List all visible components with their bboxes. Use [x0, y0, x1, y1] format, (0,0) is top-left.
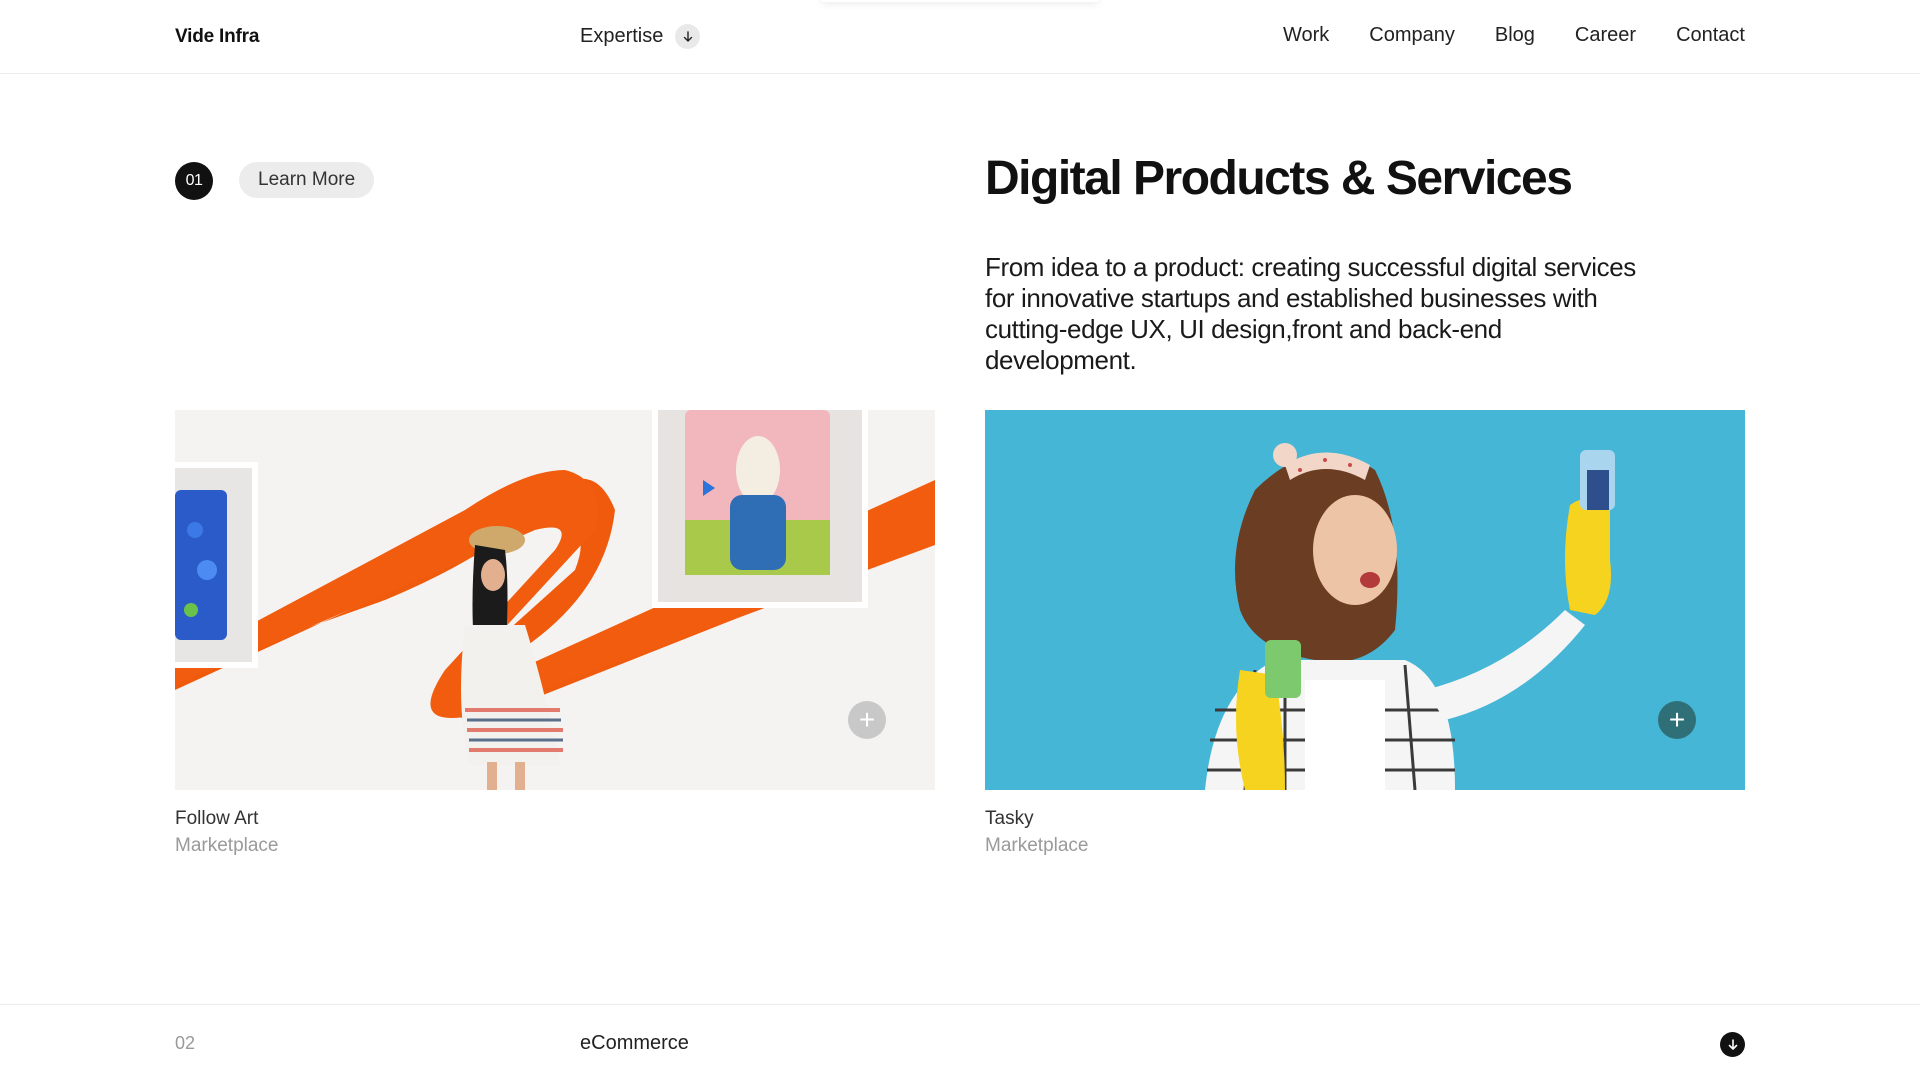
- arrow-down-icon[interactable]: [1720, 1032, 1745, 1057]
- next-section-label[interactable]: eCommerce: [580, 1032, 689, 1055]
- nav-item-contact[interactable]: Contact: [1676, 24, 1745, 47]
- section-number-badge: 01: [175, 162, 213, 200]
- next-section-number: 02: [175, 1033, 196, 1053]
- nav-item-blog[interactable]: Blog: [1495, 24, 1535, 47]
- nav-item-work[interactable]: Work: [1283, 24, 1329, 47]
- site-header: Vide Infra Expertise Work Company Blog C…: [0, 0, 1920, 74]
- art-gallery-image: [175, 410, 935, 790]
- learn-more-button[interactable]: Learn More: [239, 162, 375, 198]
- project-card-follow-art[interactable]: +: [175, 410, 935, 790]
- cleaning-woman-image: [985, 410, 1745, 790]
- nav-item-company[interactable]: Company: [1369, 24, 1455, 47]
- next-section-row[interactable]: 02 eCommerce: [0, 1004, 1920, 1080]
- expertise-label: Expertise: [580, 25, 664, 47]
- card-title-follow-art[interactable]: Follow Art: [175, 808, 258, 830]
- main-nav: Work Company Blog Career Contact: [1283, 24, 1745, 47]
- nav-item-career[interactable]: Career: [1575, 24, 1636, 47]
- expand-plus-icon[interactable]: +: [1658, 701, 1696, 739]
- expand-plus-icon[interactable]: +: [848, 701, 886, 739]
- card-subtitle-follow-art: Marketplace: [175, 835, 279, 856]
- card-subtitle-tasky: Marketplace: [985, 835, 1089, 856]
- brand-logo[interactable]: Vide Infra: [175, 26, 259, 48]
- section-description: From idea to a product: creating success…: [985, 252, 1636, 375]
- section-title: Digital Products & Services: [985, 152, 1573, 205]
- header-shadow: [820, 0, 1100, 2]
- card-title-tasky[interactable]: Tasky: [985, 808, 1034, 830]
- project-card-tasky[interactable]: +: [985, 410, 1745, 790]
- arrow-down-icon[interactable]: [675, 24, 701, 49]
- expertise-dropdown[interactable]: Expertise: [580, 24, 701, 49]
